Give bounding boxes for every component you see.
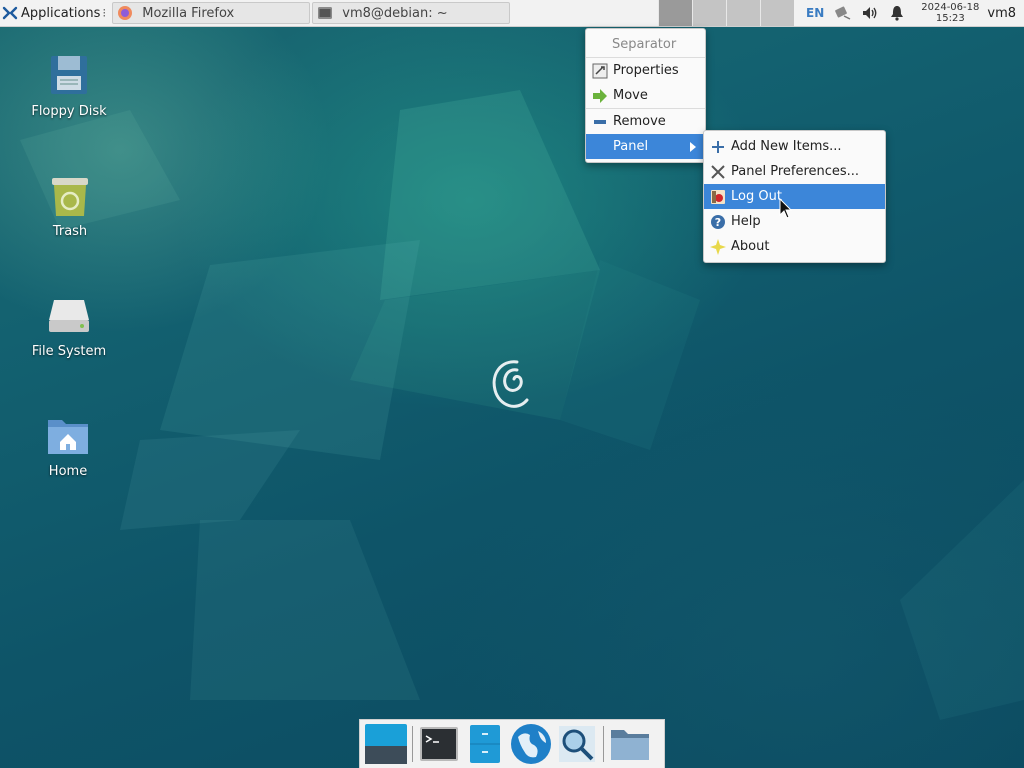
clock-time: 15:23 bbox=[935, 13, 965, 24]
app-finder-icon bbox=[559, 726, 595, 762]
debian-swirl-logo bbox=[492, 360, 529, 408]
file-manager-icon bbox=[470, 725, 500, 763]
menu-item-panel-preferences[interactable]: Panel Preferences... bbox=[704, 159, 885, 184]
terminal-icon bbox=[318, 7, 333, 19]
menu-item-label: About bbox=[731, 239, 770, 254]
menu-item-move[interactable]: Move bbox=[586, 83, 705, 108]
xfce-mouse-icon bbox=[2, 6, 18, 20]
add-icon bbox=[712, 140, 724, 153]
svg-text:?: ? bbox=[715, 216, 721, 229]
menu-item-remove[interactable]: Remove bbox=[586, 109, 705, 134]
system-tray: EN 2024-06-18 15:23 vm8 bbox=[806, 0, 1016, 26]
dock-web-browser-button[interactable] bbox=[508, 721, 554, 767]
menu-item-help[interactable]: ? Help bbox=[704, 209, 885, 234]
workspace-switcher bbox=[658, 0, 794, 26]
dock-show-desktop-button[interactable] bbox=[363, 721, 409, 767]
home-folder-icon bbox=[48, 420, 88, 454]
volume-icon[interactable] bbox=[861, 4, 879, 22]
clock-date: 2024-06-18 bbox=[921, 2, 980, 13]
about-icon bbox=[710, 238, 726, 255]
drive-icon bbox=[49, 300, 89, 332]
menu-item-label: Add New Items... bbox=[731, 139, 842, 154]
taskbar-terminal-button[interactable]: vm8@debian: ~ bbox=[312, 2, 511, 24]
menu-item-label: Separator bbox=[612, 37, 677, 52]
dock-terminal-button[interactable] bbox=[416, 721, 462, 767]
keyboard-layout-indicator[interactable]: EN bbox=[806, 6, 824, 20]
floppy-disk-icon bbox=[51, 56, 87, 94]
submenu-arrow-icon bbox=[690, 142, 696, 152]
menu-item-label: Panel bbox=[613, 139, 649, 154]
trash-icon bbox=[52, 178, 88, 216]
logout-icon bbox=[711, 189, 725, 204]
desktop-icon-label: Home bbox=[48, 464, 88, 479]
panel-context-menu: Separator Properties Move Remove Panel bbox=[585, 28, 706, 163]
menu-item-properties[interactable]: Properties bbox=[586, 58, 705, 83]
menu-item-label: Properties bbox=[613, 63, 679, 78]
taskbar-firefox-label: Mozilla Firefox bbox=[142, 5, 235, 21]
workspace-2[interactable] bbox=[692, 0, 726, 26]
menu-item-label: Log Out bbox=[731, 189, 782, 204]
top-panel: Applications ⁝ Mozilla Firefox vm8@debia… bbox=[0, 0, 1024, 27]
desktop-icon-label: File System bbox=[31, 344, 107, 359]
preferences-icon bbox=[711, 164, 725, 179]
folder-icon bbox=[611, 730, 649, 760]
workspace-3[interactable] bbox=[726, 0, 760, 26]
menu-item-label: Move bbox=[613, 88, 648, 103]
dock-separator bbox=[603, 726, 604, 762]
menu-item-label: Help bbox=[731, 214, 761, 229]
bottom-dock bbox=[359, 719, 665, 768]
applications-menu-button[interactable]: Applications ⁝ bbox=[0, 0, 110, 26]
move-arrow-icon bbox=[593, 88, 607, 103]
notification-bell-icon[interactable] bbox=[888, 4, 906, 22]
desktop-icon-floppy-disk[interactable]: Floppy Disk bbox=[14, 52, 124, 119]
dock-folder-button[interactable] bbox=[607, 721, 653, 767]
desktop-background[interactable] bbox=[0, 0, 1024, 768]
desktop-icon-file-system[interactable]: File System bbox=[14, 292, 124, 359]
desktop-icon-trash[interactable]: Trash bbox=[15, 172, 125, 239]
applications-label: Applications bbox=[21, 5, 101, 21]
menu-item-add-new-items[interactable]: Add New Items... bbox=[704, 134, 885, 159]
clock[interactable]: 2024-06-18 15:23 bbox=[921, 2, 979, 24]
terminal-icon bbox=[420, 727, 458, 761]
menu-item-log-out[interactable]: Log Out bbox=[704, 184, 885, 209]
desktop-icon-home[interactable]: Home bbox=[13, 412, 123, 479]
menu-item-label: Remove bbox=[613, 114, 666, 129]
dock-file-manager-button[interactable] bbox=[462, 721, 508, 767]
dock-separator bbox=[412, 726, 413, 762]
taskbar-firefox-button[interactable]: Mozilla Firefox bbox=[112, 2, 311, 24]
network-icon[interactable] bbox=[834, 4, 852, 22]
properties-icon bbox=[592, 63, 608, 78]
user-menu[interactable]: vm8 bbox=[987, 6, 1016, 21]
menu-item-separator: Separator bbox=[586, 32, 705, 57]
firefox-icon bbox=[118, 6, 133, 20]
panel-separator-handle: ⁝ bbox=[102, 6, 107, 20]
desktop-icon-label: Floppy Disk bbox=[31, 104, 107, 119]
menu-item-about[interactable]: About bbox=[704, 234, 885, 259]
workspace-1[interactable] bbox=[658, 0, 692, 26]
taskbar-terminal-label: vm8@debian: ~ bbox=[342, 5, 448, 21]
panel-submenu: Add New Items... Panel Preferences... Lo… bbox=[703, 130, 886, 263]
help-icon: ? bbox=[711, 214, 725, 229]
show-desktop-icon bbox=[365, 724, 407, 764]
workspace-4[interactable] bbox=[760, 0, 794, 26]
desktop-icon-label: Trash bbox=[52, 224, 88, 239]
menu-item-panel[interactable]: Panel bbox=[586, 134, 705, 159]
remove-icon bbox=[594, 119, 606, 124]
menu-item-label: Panel Preferences... bbox=[731, 164, 860, 179]
dock-app-finder-button[interactable] bbox=[554, 721, 600, 767]
web-browser-icon bbox=[511, 724, 551, 764]
